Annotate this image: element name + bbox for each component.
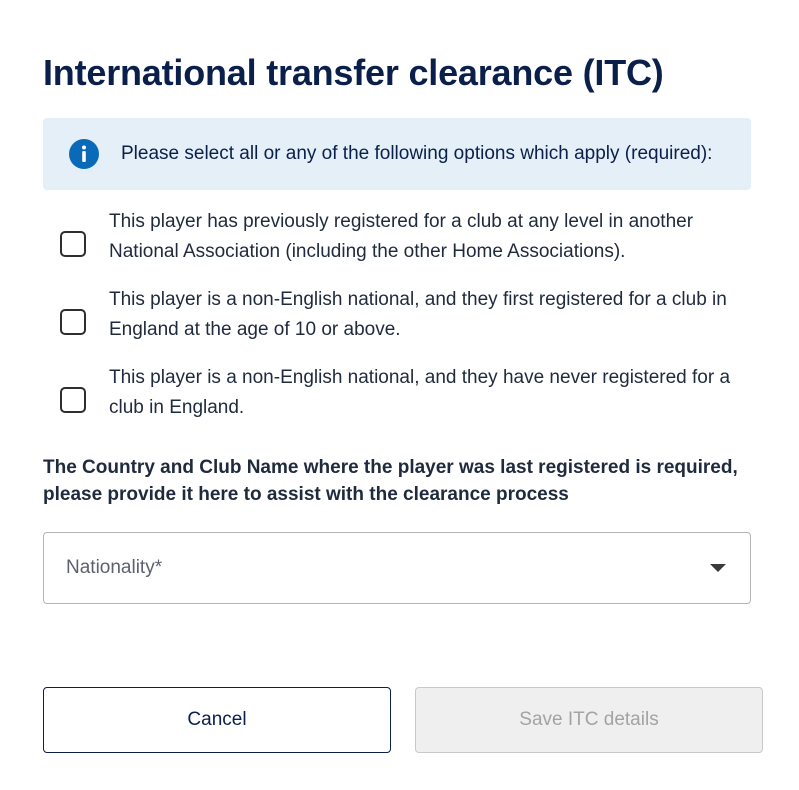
chevron-down-icon: [710, 564, 726, 572]
info-text: Please select all or any of the followin…: [121, 143, 713, 164]
checkbox-previous-registration[interactable]: [60, 231, 86, 257]
page-title: International transfer clearance (ITC): [43, 52, 664, 93]
option-previous-registration[interactable]: This player has previously registered fo…: [43, 207, 751, 269]
option-label: This player is a non-English national, a…: [109, 289, 727, 340]
save-itc-details-button[interactable]: Save ITC details: [415, 687, 763, 753]
itc-dialog: International transfer clearance (ITC) P…: [0, 0, 799, 790]
checkbox-non-english-age-10-plus[interactable]: [60, 309, 86, 335]
nationality-placeholder: Nationality*: [66, 557, 163, 578]
cancel-button[interactable]: Cancel: [43, 687, 391, 753]
option-label: This player is a non-English national, a…: [109, 367, 731, 418]
option-non-english-age-10-plus[interactable]: This player is a non-English national, a…: [43, 285, 751, 347]
checkbox-non-english-never-registered[interactable]: [60, 387, 86, 413]
info-banner: Please select all or any of the followin…: [43, 118, 751, 190]
option-label: This player has previously registered fo…: [109, 211, 694, 262]
info-icon: [69, 139, 99, 169]
nationality-select[interactable]: Nationality*: [43, 532, 751, 604]
club-requirement-note: The Country and Club Name where the play…: [43, 457, 738, 505]
option-non-english-never-registered[interactable]: This player is a non-English national, a…: [43, 363, 751, 425]
